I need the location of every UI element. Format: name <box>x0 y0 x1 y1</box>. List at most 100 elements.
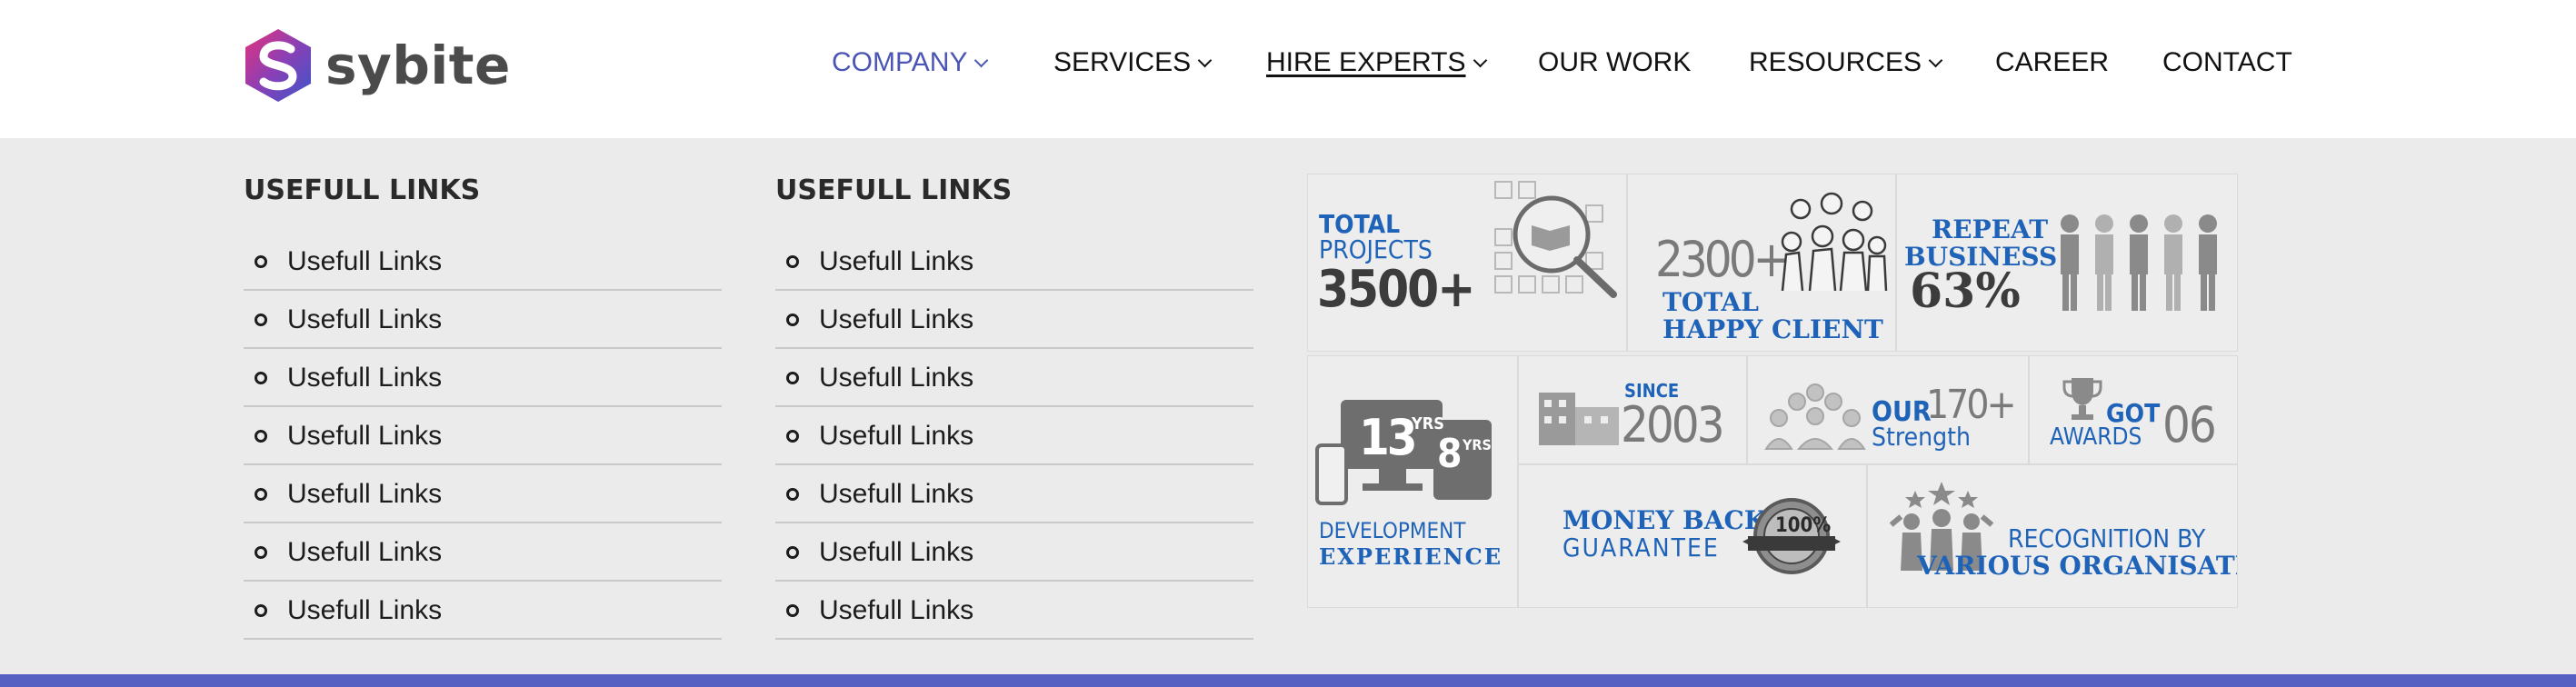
nav-services[interactable]: SERVICES <box>1053 47 1213 78</box>
experience-line2: EXPERIENCE <box>1319 543 1503 570</box>
happy-clients-crowd-icon <box>1781 192 1888 292</box>
trophy-icon <box>2062 378 2102 420</box>
menu-link-label: Usefull Links <box>819 421 974 451</box>
repeat-value: 63% <box>1910 264 2021 319</box>
menu-link[interactable]: Usefull Links <box>244 523 722 582</box>
column-title: USEFULL LINKS <box>244 174 481 206</box>
menu-link-label: Usefull Links <box>287 537 443 567</box>
menu-link[interactable]: Usefull Links <box>244 407 722 465</box>
menu-link[interactable]: Usefull Links <box>775 582 1253 640</box>
menu-link[interactable]: Usefull Links <box>775 523 1253 582</box>
menu-link[interactable]: Usefull Links <box>775 465 1253 523</box>
guarantee-line2: GUARANTEE <box>1563 533 1720 563</box>
chevron-down-icon <box>974 53 989 67</box>
building-icon <box>1539 393 1619 445</box>
circle-bullet-icon <box>255 314 267 326</box>
menu-link-label: Usefull Links <box>819 479 974 509</box>
circle-bullet-icon <box>255 488 267 501</box>
menu-link-label: Usefull Links <box>819 537 974 567</box>
clients-value: 2300+ <box>1655 231 1790 288</box>
circle-bullet-icon <box>786 372 799 384</box>
menu-link-label: Usefull Links <box>287 304 443 334</box>
nav-contact[interactable]: CONTACT <box>2162 47 2292 78</box>
company-mega-menu: USEFULL LINKS Usefull Links Usefull Link… <box>0 138 2576 674</box>
clients-line2: HAPPY CLIENT <box>1662 314 1883 344</box>
awards-value: 06 <box>2162 396 2217 453</box>
recognition-line1: RECOGNITION BY <box>2008 523 2206 553</box>
circle-bullet-icon <box>255 255 267 268</box>
company-stats-mosaic: TOTAL PROJECTS 3500+ 2300+ TOTAL HAPPY C… <box>1307 174 2238 608</box>
menu-link[interactable]: Usefull Links <box>775 233 1253 291</box>
circle-bullet-icon <box>786 314 799 326</box>
menu-link-label: Usefull Links <box>287 246 443 276</box>
stat-tile-clients: 2300+ TOTAL HAPPY CLIENT <box>1627 174 1896 352</box>
circle-bullet-icon <box>255 430 267 443</box>
circle-bullet-icon <box>786 488 799 501</box>
circle-bullet-icon <box>255 372 267 384</box>
nav-label: SERVICES <box>1053 47 1192 77</box>
circle-bullet-icon <box>255 546 267 559</box>
circle-bullet-icon <box>786 546 799 559</box>
recognition-line2: VARIOUS ORGANISATION <box>1917 551 2237 581</box>
experience-years-big: 13 <box>1359 409 1418 466</box>
projects-value: 3500+ <box>1317 260 1475 319</box>
link-list: Usefull Links Usefull Links Usefull Link… <box>775 233 1253 640</box>
nav-label: COMPANY <box>832 47 968 77</box>
chevron-down-icon <box>1197 53 1213 67</box>
stat-tile-guarantee: MONEY BACK GUARANTEE 100% <box>1518 464 1867 608</box>
circle-bullet-icon <box>255 604 267 617</box>
menu-link-label: Usefull Links <box>287 595 443 625</box>
menu-link[interactable]: Usefull Links <box>244 291 722 349</box>
menu-link[interactable]: Usefull Links <box>775 349 1253 407</box>
nav-label: CAREER <box>1995 47 2110 77</box>
menu-link-label: Usefull Links <box>287 479 443 509</box>
stat-tile-experience: 13 YRS 8 YRS DEVELOPMENT EXPERIENCE <box>1307 355 1518 608</box>
experience-years-small: 8 <box>1437 431 1463 477</box>
experience-yrs-small: YRS <box>1463 436 1492 453</box>
stat-tile-projects: TOTAL PROJECTS 3500+ <box>1307 174 1627 352</box>
nav-label: HIRE EXPERTS <box>1266 47 1466 77</box>
menu-link-label: Usefull Links <box>819 595 974 625</box>
magnifier-book-icon <box>1494 181 1617 298</box>
menu-link-label: Usefull Links <box>819 246 974 276</box>
chevron-down-icon <box>1928 53 1943 67</box>
stat-tile-awards: GOT AWARDS 06 <box>2029 355 2238 464</box>
links-column-1: USEFULL LINKS Usefull Links Usefull Link… <box>244 174 722 640</box>
chevron-down-icon <box>1473 53 1487 67</box>
menu-link[interactable]: Usefull Links <box>244 349 722 407</box>
menu-link[interactable]: Usefull Links <box>244 233 722 291</box>
awards-label: AWARDS <box>2050 423 2142 451</box>
clients-line1: TOTAL <box>1662 287 1759 317</box>
column-title: USEFULL LINKS <box>775 174 1013 206</box>
nav-company[interactable]: COMPANY <box>832 47 989 78</box>
strength-label: Strength <box>1872 422 1971 452</box>
nav-career[interactable]: CAREER <box>1995 47 2109 78</box>
nav-label: CONTACT <box>2162 47 2292 77</box>
circle-bullet-icon <box>786 604 799 617</box>
nav-our-work[interactable]: OUR WORK <box>1538 47 1691 78</box>
nav-hire-experts[interactable]: HIRE EXPERTS <box>1266 47 1487 78</box>
link-list: Usefull Links Usefull Links Usefull Link… <box>244 233 722 640</box>
menu-link[interactable]: Usefull Links <box>775 291 1253 349</box>
circle-bullet-icon <box>786 255 799 268</box>
stat-tile-since: SINCE 2003 <box>1518 355 1747 464</box>
stat-tile-recognition: RECOGNITION BY VARIOUS ORGANISATION <box>1867 464 2238 608</box>
links-column-2: USEFULL LINKS Usefull Links Usefull Link… <box>775 174 1253 640</box>
since-year: 2003 <box>1621 396 1725 453</box>
stat-tile-repeat-business: REPEAT BUSINESS 63% <box>1896 174 2238 352</box>
repeat-line1: REPEAT <box>1932 214 2049 244</box>
menu-link-label: Usefull Links <box>287 421 443 451</box>
main-nav: COMPANY SERVICES HIRE EXPERTS OUR WORK R… <box>0 47 2576 84</box>
experience-line1: DEVELOPMENT <box>1319 518 1466 543</box>
site-header: sybite COMPANY SERVICES HIRE EXPERTS OUR… <box>0 0 2576 138</box>
menu-link[interactable]: Usefull Links <box>244 465 722 523</box>
guarantee-line1: MONEY BACK <box>1563 505 1767 535</box>
nav-label: OUR WORK <box>1538 47 1692 77</box>
menu-link[interactable]: Usefull Links <box>775 407 1253 465</box>
guarantee-seal-text: 100% <box>1775 514 1832 537</box>
nav-resources[interactable]: RESOURCES <box>1749 47 1943 78</box>
menu-link[interactable]: Usefull Links <box>244 582 722 640</box>
menu-link-label: Usefull Links <box>819 363 974 393</box>
menu-link-label: Usefull Links <box>819 304 974 334</box>
people-row-icon <box>2061 214 2217 311</box>
